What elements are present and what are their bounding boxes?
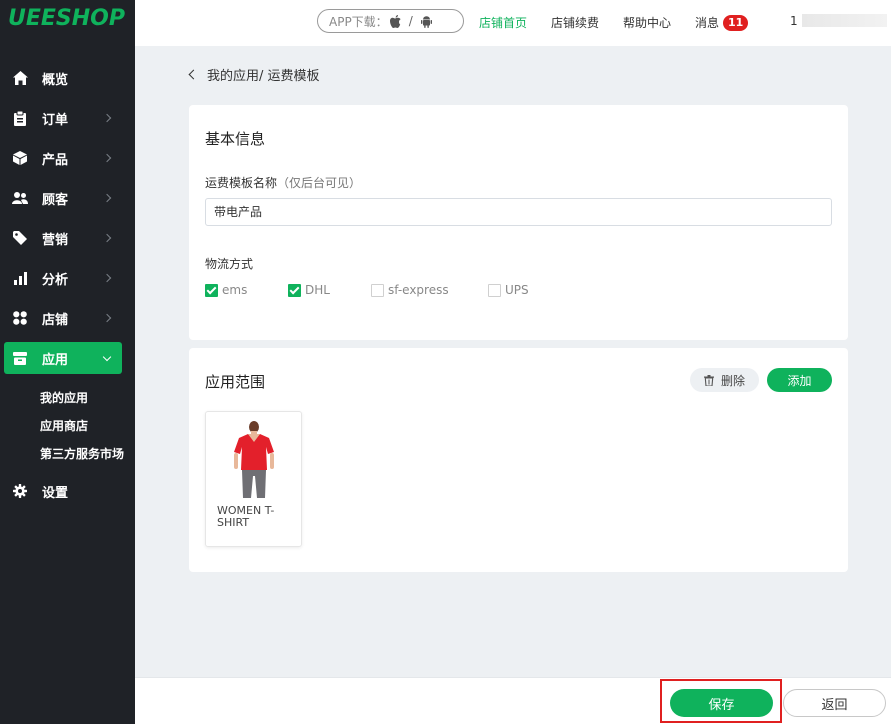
- logistics-option-ups[interactable]: UPS: [488, 283, 529, 297]
- chevron-right-icon: [102, 153, 112, 163]
- user-account[interactable]: 1: [790, 14, 887, 28]
- android-icon[interactable]: [420, 15, 432, 28]
- template-name-label-text: 运费模板名称: [205, 176, 278, 190]
- sidebar-item-label: 产品: [42, 152, 69, 168]
- sidebar-item-label: 营销: [42, 232, 69, 248]
- messages-link[interactable]: 消息 11: [695, 14, 749, 31]
- chevron-right-icon: [102, 273, 112, 283]
- home-icon: [12, 70, 28, 86]
- sidebar-subitem-third-party-market[interactable]: 第三方服务市场: [40, 445, 124, 462]
- option-label: UPS: [505, 283, 529, 297]
- checkbox[interactable]: [371, 283, 384, 297]
- sidebar-item-store[interactable]: 店铺: [4, 302, 122, 334]
- template-name-label: 运费模板名称（仅后台可见）: [205, 174, 361, 191]
- checkbox[interactable]: [288, 283, 301, 297]
- message-count-badge: 11: [723, 15, 749, 31]
- checkbox[interactable]: [205, 283, 218, 297]
- sidebar-subitem-app-store[interactable]: 应用商店: [40, 417, 88, 434]
- sidebar-item-overview[interactable]: 概览: [4, 62, 122, 94]
- option-label: sf-express: [388, 283, 449, 297]
- store-renew-link[interactable]: 店铺续费: [551, 14, 599, 31]
- brand-logo[interactable]: UEESHOP: [0, 0, 135, 46]
- checkbox[interactable]: [488, 283, 501, 297]
- user-name: 1: [790, 14, 798, 28]
- app-download-label: APP下载：: [329, 14, 388, 29]
- scope-card: 应用范围 删除 添加 WOMEN T-SHIRT: [189, 348, 848, 572]
- sidebar-item-label: 概览: [42, 72, 69, 88]
- back-button[interactable]: 返回: [783, 689, 886, 717]
- sidebar-item-marketing[interactable]: 营销: [4, 222, 122, 254]
- add-button[interactable]: 添加: [767, 368, 832, 392]
- redacted-username: [801, 14, 887, 27]
- delete-button[interactable]: 删除: [690, 368, 759, 392]
- sidebar-item-products[interactable]: 产品: [4, 142, 122, 174]
- breadcrumb[interactable]: 我的应用/ 运费模板: [188, 65, 320, 84]
- sidebar-item-orders[interactable]: 订单: [4, 102, 122, 134]
- gear-icon: [12, 483, 28, 499]
- apple-icon[interactable]: [389, 14, 401, 28]
- trash-icon: [703, 374, 714, 386]
- tag-icon: [12, 230, 28, 246]
- sidebar: UEESHOP 概览 订单 产品 顾客 营销 分析 店铺 应用 我的应用 应用商…: [0, 0, 135, 724]
- sidebar-item-label: 分析: [42, 272, 69, 288]
- sidebar-item-label: 应用: [42, 352, 69, 368]
- chevron-down-icon: [102, 352, 112, 361]
- chevron-right-icon: [102, 313, 112, 323]
- sidebar-subitem-my-apps[interactable]: 我的应用: [40, 389, 88, 406]
- sidebar-item-apps[interactable]: 应用: [4, 342, 122, 374]
- sidebar-item-label: 顾客: [42, 192, 69, 208]
- chevron-right-icon: [102, 233, 112, 243]
- scope-title: 应用范围: [205, 373, 266, 391]
- breadcrumb-text: 我的应用/ 运费模板: [207, 69, 320, 84]
- sidebar-item-label: 店铺: [42, 312, 69, 328]
- chevron-right-icon: [102, 193, 112, 203]
- product-image: [234, 421, 274, 498]
- store-home-link[interactable]: 店铺首页: [479, 14, 527, 31]
- clipboard-icon: [12, 110, 28, 126]
- app-download-pill[interactable]: APP下载： /: [317, 9, 464, 33]
- option-label: ems: [222, 283, 248, 297]
- top-bar: APP下载： / 店铺首页 店铺续费 帮助中心 消息 11 1: [135, 0, 891, 46]
- users-icon: [12, 190, 28, 206]
- template-name-hint: （仅后台可见）: [277, 176, 362, 190]
- box-icon: [12, 150, 28, 166]
- save-button[interactable]: 保存: [670, 689, 773, 717]
- product-name: WOMEN T-SHIRT: [217, 504, 275, 529]
- sidebar-item-label: 设置: [42, 485, 69, 501]
- basic-info-title: 基本信息: [205, 130, 266, 148]
- logistics-option-dhl[interactable]: DHL: [288, 283, 330, 297]
- separator: /: [408, 14, 413, 28]
- sidebar-item-analytics[interactable]: 分析: [4, 262, 122, 294]
- logistics-option-ems[interactable]: ems: [205, 283, 247, 297]
- logistics-option-sf-express[interactable]: sf-express: [371, 283, 449, 297]
- back-chevron-icon: [188, 69, 199, 80]
- messages-label: 消息: [695, 16, 720, 30]
- chevron-right-icon: [102, 113, 112, 123]
- app-icon: [12, 350, 28, 366]
- help-center-link[interactable]: 帮助中心: [623, 14, 671, 31]
- delete-label: 删除: [720, 373, 745, 388]
- option-label: DHL: [305, 283, 330, 297]
- footer-bar: 保存 返回: [135, 677, 891, 724]
- grid-icon: [12, 310, 28, 326]
- sidebar-item-customers[interactable]: 顾客: [4, 182, 122, 214]
- bar-chart-icon: [12, 270, 28, 286]
- sidebar-item-settings[interactable]: 设置: [4, 475, 122, 507]
- basic-info-card: 基本信息 运费模板名称（仅后台可见） 带电产品 物流方式 ems DHL sf-…: [189, 105, 848, 340]
- product-card[interactable]: WOMEN T-SHIRT: [205, 411, 302, 547]
- template-name-input[interactable]: 带电产品: [205, 198, 832, 226]
- logistics-label: 物流方式: [205, 257, 254, 271]
- sidebar-item-label: 订单: [42, 112, 69, 128]
